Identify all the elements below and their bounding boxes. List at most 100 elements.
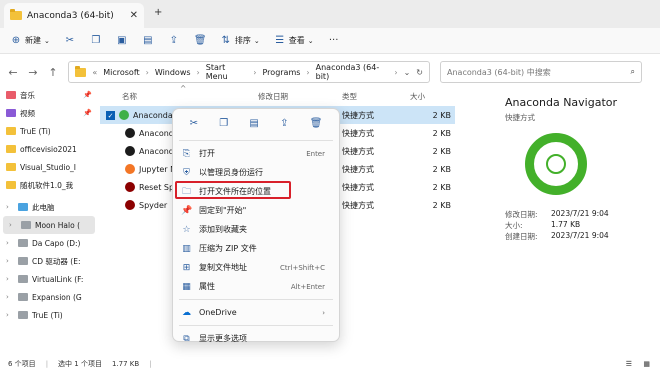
nav-item[interactable]: › 此电脑 — [0, 198, 98, 216]
search-placeholder: Anaconda3 (64-bit) 中搜索 — [447, 67, 551, 77]
tab-title: Anaconda3 (64-bit) — [27, 10, 114, 21]
chevron-right-icon[interactable]: › — [6, 275, 14, 283]
paste-icon[interactable]: ▣ — [116, 35, 128, 46]
chevron-right-icon[interactable]: › — [6, 311, 14, 319]
crumb-programs[interactable]: Programs — [263, 68, 301, 77]
tab-anaconda[interactable]: Anaconda3 (64-bit) ✕ — [4, 3, 144, 28]
pin-icon: 📌 — [83, 91, 92, 99]
menu-item-more-options[interactable]: ⧉ 显示更多选项 — [173, 329, 339, 348]
menu-label-onedrive: OneDrive — [199, 308, 237, 317]
overflow-icon[interactable]: « — [92, 68, 97, 77]
crumb-anaconda[interactable]: Anaconda3 (64-bit) — [316, 63, 389, 81]
drive-icon — [18, 257, 28, 265]
tiles-view-icon[interactable]: ▦ — [643, 360, 650, 368]
detail-value: 2023/7/21 9:04 — [551, 231, 609, 240]
nav-item[interactable]: › CD 驱动器 (E: — [0, 252, 98, 270]
crumb-windows[interactable]: Windows — [155, 68, 191, 77]
separator — [179, 325, 333, 326]
menu-item-onedrive[interactable]: ☁ OneDrive › — [173, 303, 339, 322]
new-tab-icon[interactable]: + — [154, 7, 162, 18]
menu-item[interactable]: ☆ 添加到收藏夹 — [173, 220, 339, 239]
crumb-start-menu[interactable]: Start Menu — [206, 63, 248, 81]
file-size: 2 KB — [432, 164, 451, 174]
chevron-right-icon[interactable]: › — [6, 257, 14, 265]
tab-bar: Anaconda3 (64-bit) ✕ + — [0, 0, 660, 28]
search-box[interactable]: Anaconda3 (64-bit) 中搜索 ⌕ — [440, 61, 642, 83]
pin-icon: 📌 — [83, 109, 92, 117]
back-icon[interactable]: ← — [8, 66, 18, 79]
nav-item[interactable]: › Moon Halo ( — [3, 216, 95, 234]
chevron-right-icon[interactable]: › — [9, 221, 17, 229]
menu-item[interactable]: ⊞ 复制文件地址 Ctrl+Shift+C — [173, 258, 339, 277]
column-name[interactable]: 名称 — [122, 91, 137, 102]
menu-item[interactable]: ⎘ 打开 Enter — [173, 144, 339, 163]
nav-item[interactable]: TruE (Ti) — [0, 122, 98, 140]
menu-label: 以管理员身份运行 — [199, 168, 263, 177]
cut-icon[interactable]: ✂ — [64, 35, 76, 46]
chevron-right-icon: › — [322, 308, 325, 317]
nav-item[interactable]: 随机软件1.0_我 — [0, 176, 98, 194]
drive-icon — [6, 163, 16, 171]
details-view-icon[interactable]: ☰ — [626, 360, 632, 368]
view-label: 查看 — [288, 36, 305, 45]
column-size[interactable]: 大小 — [410, 91, 425, 102]
chevron-right-icon[interactable]: › — [6, 239, 14, 247]
nav-item[interactable]: › TruE (Ti) — [0, 306, 98, 324]
divider: | — [149, 360, 152, 368]
shield-icon: ⛨ — [183, 167, 190, 178]
checkbox-icon[interactable]: ✓ — [106, 110, 115, 120]
up-icon[interactable]: ↑ — [48, 66, 58, 79]
open-icon: ⎘ — [182, 148, 191, 159]
rename-icon[interactable]: ▤ — [142, 35, 154, 46]
chevron-right-icon[interactable]: › — [6, 203, 14, 211]
sort-button[interactable]: ⇅ 排序 ⌄ — [220, 35, 260, 46]
nav-item[interactable]: Visual_Studio_I — [0, 158, 98, 176]
app-icon — [125, 182, 135, 192]
menu-label: 添加到收藏夹 — [199, 225, 247, 234]
nav-item[interactable]: › Expansion (G — [0, 288, 98, 306]
address-dropdown-icon[interactable]: ⌄ — [404, 68, 411, 77]
chevron-right-icon: › — [196, 67, 200, 77]
close-tab-icon[interactable]: ✕ — [130, 10, 138, 21]
anaconda-logo-inner — [546, 154, 566, 174]
details-pane: Anaconda Navigator 快捷方式 修改日期: 2023/7/21 9… — [505, 86, 660, 356]
chevron-right-icon[interactable]: › — [6, 293, 14, 301]
nav-item[interactable]: 视频 📌 — [0, 104, 98, 122]
delete-icon[interactable]: 🗑 — [310, 118, 323, 129]
view-button[interactable]: ☰ 查看 ⌄ — [274, 35, 313, 46]
file-type: 快捷方式 — [342, 182, 374, 192]
nav-item[interactable]: officevisio2021 — [0, 140, 98, 158]
nav-item[interactable]: › VirtualLink (F: — [0, 270, 98, 288]
share-icon[interactable]: ⇪ — [280, 118, 288, 129]
more-icon[interactable]: ··· — [328, 35, 340, 46]
context-menu: ✂ ❐ ▤ ⇪ 🗑 ⎘ 打开 Enter ⛨ 以管理员身份运行 🗀 打开文件所在的位置 📌 固定… — [172, 108, 340, 344]
crumb-microsoft[interactable]: Microsoft — [103, 68, 139, 77]
menu-item[interactable]: ⛨ 以管理员身份运行 — [173, 163, 339, 182]
detail-value: 2023/7/21 9:04 — [551, 209, 609, 218]
details-subtitle: 快捷方式 — [505, 113, 535, 122]
drive-icon — [6, 181, 16, 189]
menu-item[interactable]: 📌 固定到"开始" — [173, 201, 339, 220]
nav-item[interactable]: › Da Capo (D:) — [0, 234, 98, 252]
copy-icon[interactable]: ❐ — [90, 35, 102, 46]
column-modified[interactable]: 修改日期 — [258, 91, 288, 102]
nav-item-label: Moon Halo ( — [35, 220, 81, 230]
chevron-right-icon: › — [253, 67, 257, 77]
address-bar[interactable]: « Microsoft › Windows › Start Menu › Progra… — [68, 61, 430, 83]
delete-icon[interactable]: 🗑 — [194, 35, 207, 46]
menu-item[interactable]: ▥ 压缩为 ZIP 文件 — [173, 239, 339, 258]
cut-icon[interactable]: ✂ — [190, 118, 198, 129]
nav-item[interactable]: 音乐 📌 — [0, 86, 98, 104]
refresh-icon[interactable]: ↻ — [416, 68, 423, 77]
new-button[interactable]: ⊕ 新建 ⌄ — [10, 35, 50, 46]
menu-item[interactable]: ▦ 属性 Alt+Enter — [173, 277, 339, 296]
app-icon — [125, 200, 135, 210]
forward-icon[interactable]: → — [28, 66, 38, 79]
rename-icon[interactable]: ▤ — [249, 118, 258, 129]
detail-row: 修改日期: 2023/7/21 9:04 — [505, 209, 660, 220]
copy-icon[interactable]: ❐ — [219, 118, 228, 129]
drive-icon — [18, 293, 28, 301]
menu-item[interactable]: 🗀 打开文件所在的位置 — [173, 181, 339, 201]
column-type[interactable]: 类型 — [342, 91, 357, 102]
share-icon[interactable]: ⇪ — [168, 35, 180, 46]
